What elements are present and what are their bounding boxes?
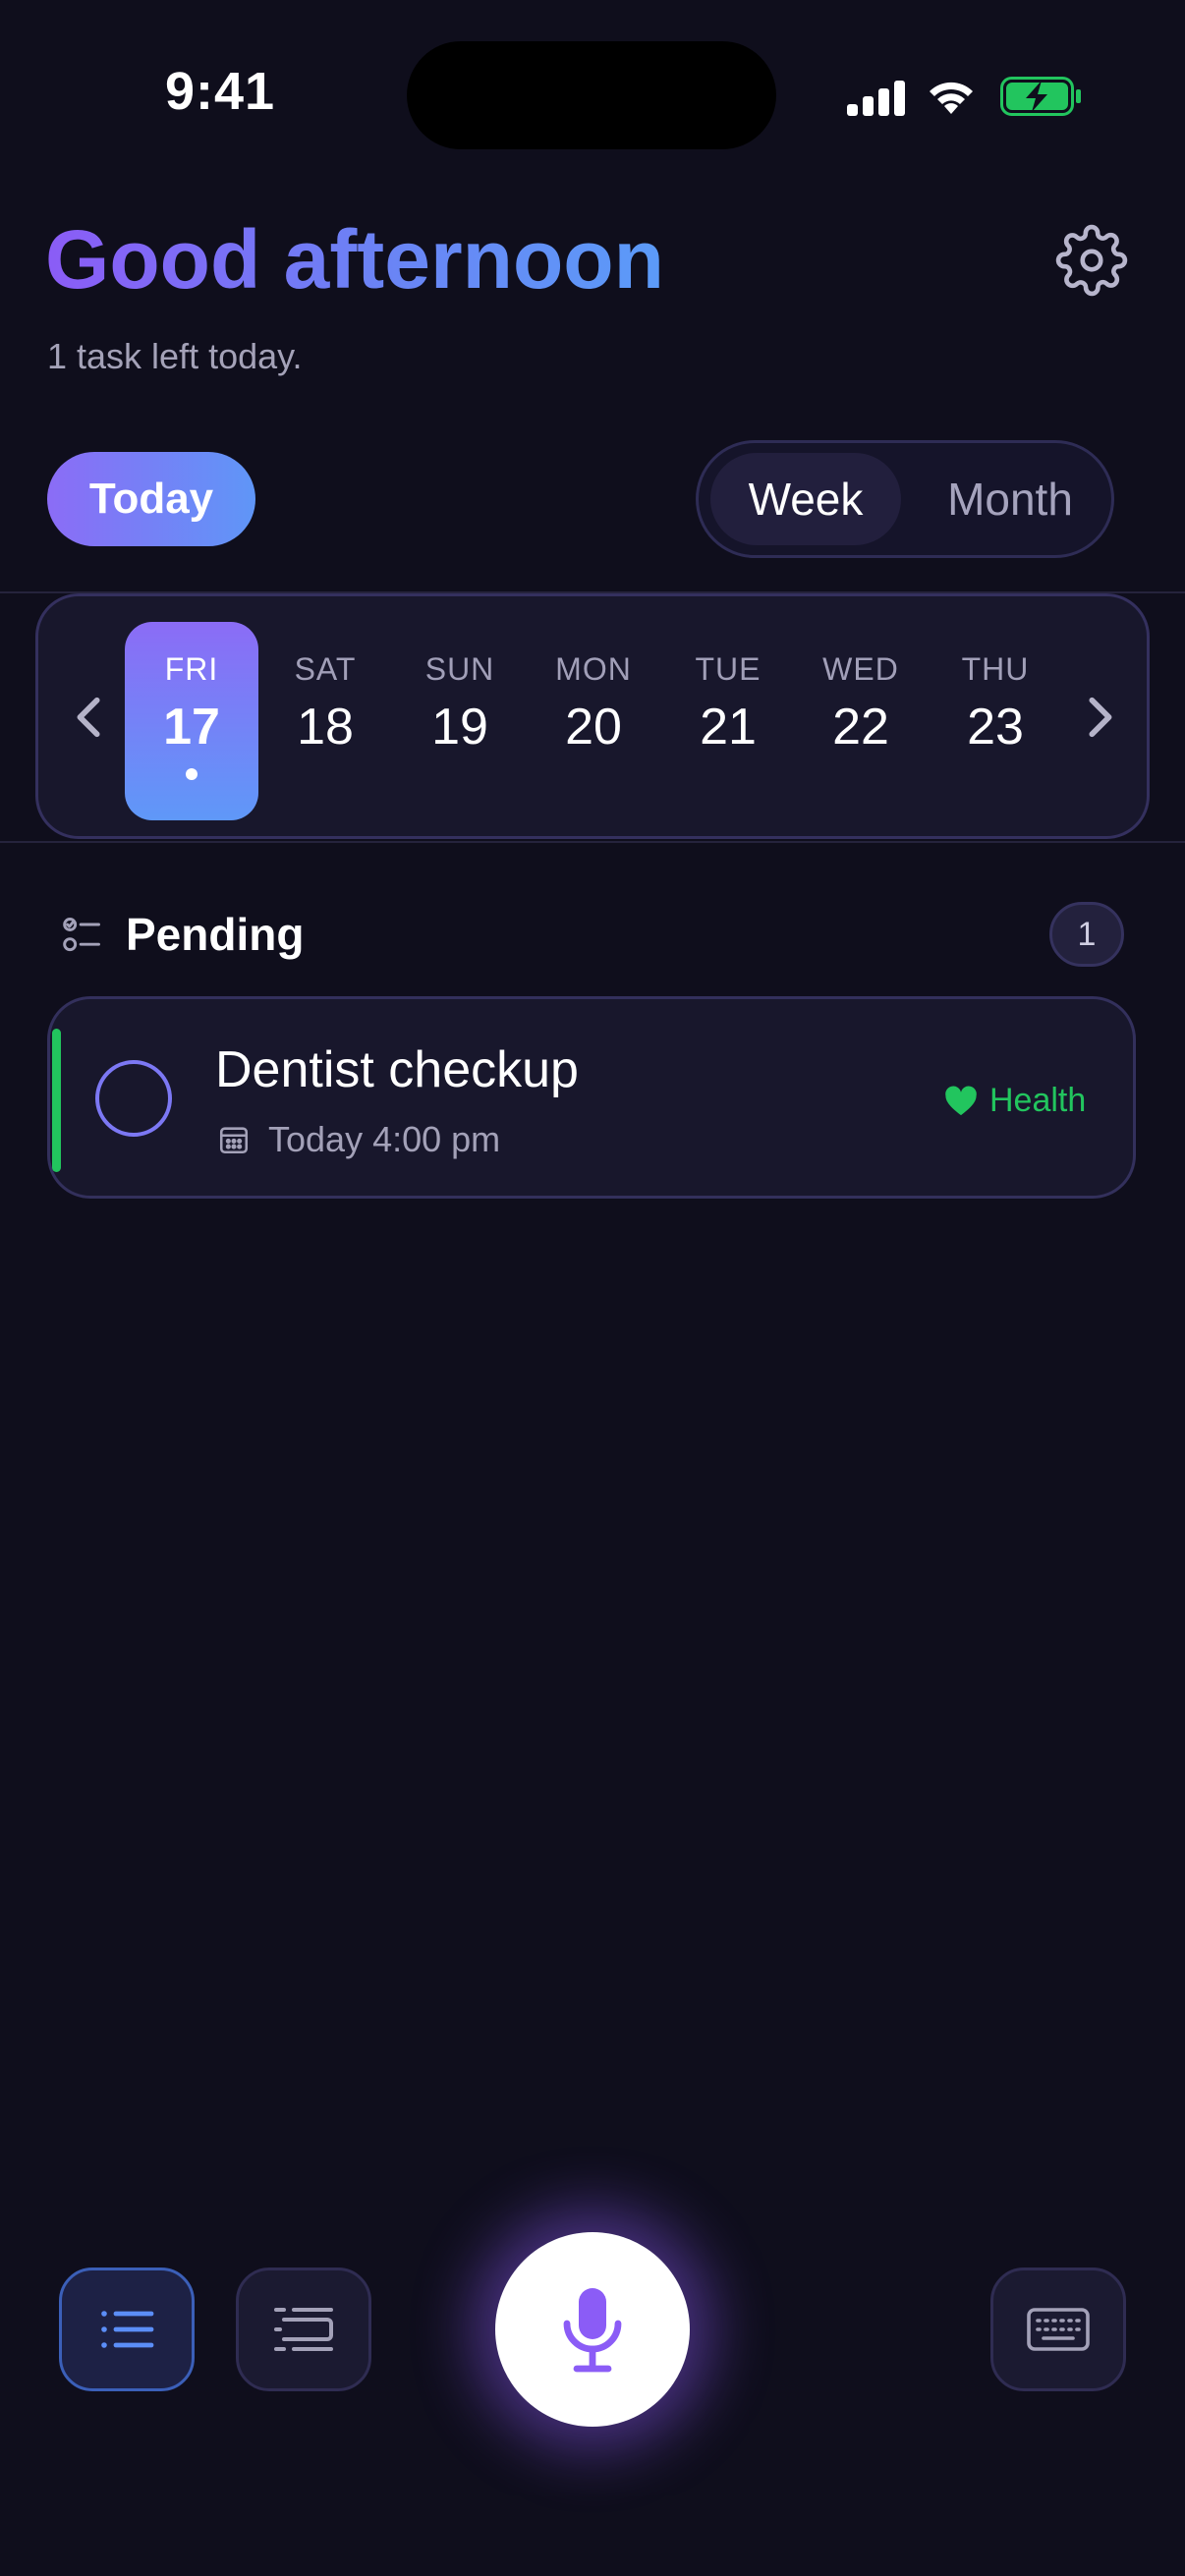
day-number: 23 [967,699,1024,756]
day-thu-23[interactable]: THU 23 [929,622,1062,820]
pending-count-badge: 1 [1049,902,1124,967]
week-strip: FRI 17 SAT 18 SUN 19 MON 20 TUE 21 WED 2… [35,593,1150,839]
day-name: FRI [164,651,219,687]
week-view-tab[interactable]: Week [710,453,901,545]
day-number: 17 [163,699,220,756]
chevron-right-icon[interactable] [1080,695,1119,740]
day-wed-22[interactable]: WED 22 [794,622,928,820]
chevron-left-icon[interactable] [70,695,109,740]
greeting-title: Good afternoon [45,213,664,306]
day-name: SAT [294,651,357,687]
calendar-icon [219,1127,249,1154]
today-button[interactable]: Today [47,452,255,546]
status-time: 9:41 [165,62,276,121]
divider [0,841,1185,843]
day-name: WED [822,651,899,687]
microphone-icon [563,2288,622,2373]
day-mon-20[interactable]: MON 20 [527,622,660,820]
task-category-accent [52,1029,61,1172]
list-view-button[interactable] [59,2268,195,2391]
day-tue-21[interactable]: TUE 21 [661,622,795,820]
checklist-icon [63,918,100,952]
day-number: 18 [297,699,354,756]
day-name: THU [961,651,1030,687]
task-card[interactable]: Dentist checkup Today 4:00 pm Health [47,996,1136,1199]
list-view-icon [101,2311,154,2348]
task-due-time: Today 4:00 pm [268,1119,501,1159]
day-number: 19 [431,699,488,756]
tasks-left-subtitle: 1 task left today. [47,336,303,376]
task-complete-checkbox[interactable] [95,1060,172,1137]
view-segmented-control: Week Month [696,440,1114,558]
settings-gear-icon[interactable] [1055,224,1128,297]
day-number: 20 [565,699,622,756]
month-view-tab[interactable]: Month [917,453,1103,545]
day-name: MON [555,651,632,687]
dynamic-island [407,41,776,149]
keyboard-icon [1027,2308,1090,2351]
voice-input-button[interactable] [495,2232,690,2427]
keyboard-input-button[interactable] [990,2268,1126,2391]
day-sat-18[interactable]: SAT 18 [258,622,392,820]
day-number: 22 [832,699,889,756]
cellular-signal-icon [847,81,905,116]
task-category-tag: Health [944,1082,1086,1120]
task-category-label: Health [989,1082,1087,1119]
day-name: TUE [695,651,762,687]
timeline-view-button[interactable] [236,2268,371,2391]
battery-charging-icon [1000,77,1081,116]
timeline-view-icon [274,2308,333,2351]
day-sun-19[interactable]: SUN 19 [393,622,527,820]
wifi-icon [930,82,973,114]
day-name: SUN [424,651,495,687]
day-fri-17[interactable]: FRI 17 [125,622,258,820]
task-indicator-dot [186,768,198,780]
task-title: Dentist checkup [215,1041,579,1098]
heart-icon [945,1086,977,1115]
day-number: 21 [700,699,757,756]
pending-section-title: Pending [126,909,305,960]
